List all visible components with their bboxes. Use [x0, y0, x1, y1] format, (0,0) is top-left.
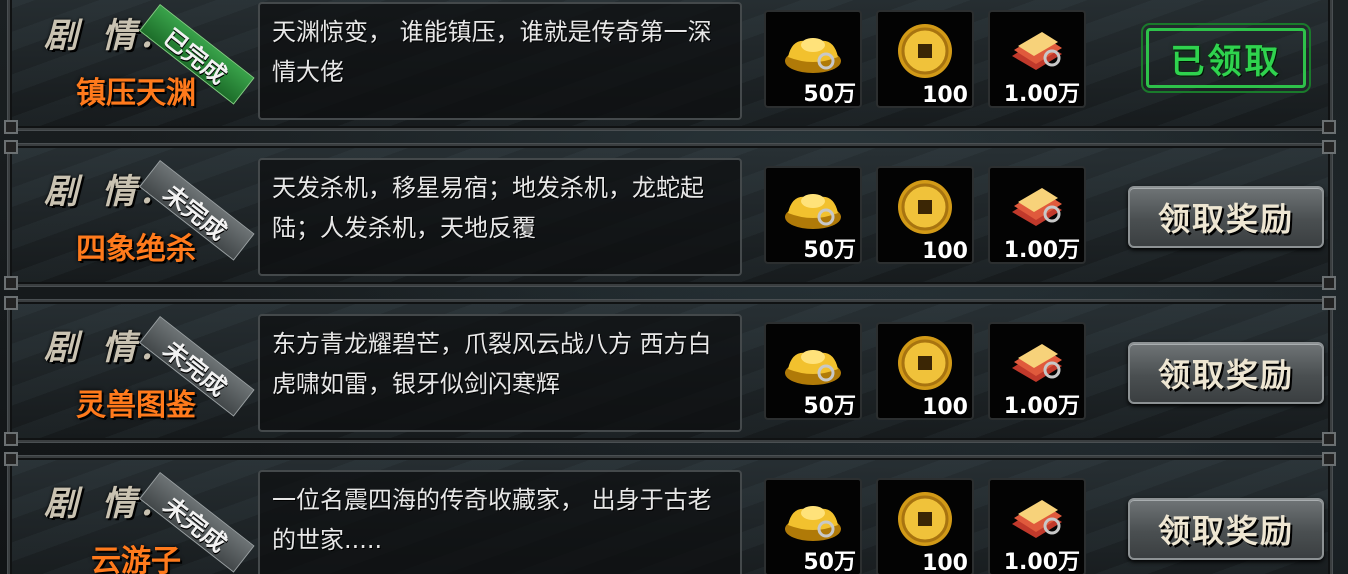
quest-description: 东方青龙耀碧芒，爪裂风云战八方 西方白虎啸如雷，银牙似剑闪寒辉 [272, 330, 712, 398]
reward-slot[interactable]: 50万 [764, 322, 862, 420]
reward-slot[interactable]: 100 [876, 478, 974, 574]
red-envelope-stack-icon [1008, 496, 1066, 546]
reward-count: 50万 [803, 238, 856, 263]
frame-corner [1322, 452, 1336, 466]
reward-slot[interactable]: 1.00万 [988, 478, 1086, 574]
reward-slot[interactable]: 100 [876, 166, 974, 264]
quest-name: 四象绝杀 [76, 232, 196, 267]
reward-count: 1.00万 [1003, 550, 1080, 574]
frame-corner [4, 296, 18, 310]
reward-slot[interactable]: 100 [876, 322, 974, 420]
reward-count: 50万 [803, 394, 856, 419]
copper-coin-icon [896, 22, 954, 84]
reward-slot[interactable]: 50万 [764, 478, 862, 574]
reward-count: 1.00万 [1003, 238, 1080, 263]
gold-ingot-icon [782, 183, 844, 235]
reward-count: 1.00万 [1003, 82, 1080, 107]
quest-description: 天发杀机，移星易宿；地发杀机，龙蛇起陆；人发杀机，天地反覆 [272, 174, 704, 242]
quest-description-box: 天渊惊变， 谁能镇压，谁就是传奇第一深情大佬 [258, 2, 742, 120]
frame-corner [4, 140, 18, 154]
reward-slot[interactable]: 100 [876, 10, 974, 108]
reward-slot[interactable]: 50万 [764, 166, 862, 264]
copper-coin-icon [896, 334, 954, 396]
quest-row: 剧 情: 四象绝杀 未完成 天发杀机，移星易宿；地发杀机，龙蛇起陆；人发杀机，天… [4, 140, 1336, 290]
quest-description: 一位名震四海的传奇收藏家， 出身于古老的世家..... [272, 486, 712, 554]
reward-count: 100 [922, 395, 968, 420]
frame-corner [1322, 276, 1336, 290]
quest-row: 剧 情: 云游子 未完成 一位名震四海的传奇收藏家， 出身于古老的世家.....… [4, 452, 1336, 574]
frame-corner [4, 432, 18, 446]
red-envelope-stack-icon [1008, 28, 1066, 78]
frame-corner [4, 452, 18, 466]
frame-corner [1322, 140, 1336, 154]
red-envelope-stack-icon [1008, 340, 1066, 390]
frame-corner [1322, 296, 1336, 310]
gold-ingot-icon [782, 339, 844, 391]
frame-corner [1322, 432, 1336, 446]
gold-ingot-icon [782, 27, 844, 79]
reward-slot[interactable]: 50万 [764, 10, 862, 108]
quest-description-box: 天发杀机，移星易宿；地发杀机，龙蛇起陆；人发杀机，天地反覆 [258, 158, 742, 276]
reward-slot[interactable]: 1.00万 [988, 166, 1086, 264]
copper-coin-icon [896, 490, 954, 552]
reward-count: 100 [922, 239, 968, 264]
claimed-stamp: 已领取 [1141, 23, 1311, 93]
frame-corner [4, 120, 18, 134]
reward-count: 100 [922, 83, 968, 108]
claim-reward-button[interactable]: 领取奖励 [1128, 186, 1324, 248]
quest-row: 剧 情: 镇压天渊 已完成 天渊惊变， 谁能镇压，谁就是传奇第一深情大佬 50万… [4, 0, 1336, 134]
claim-reward-button[interactable]: 领取奖励 [1128, 498, 1324, 560]
quest-description-box: 一位名震四海的传奇收藏家， 出身于古老的世家..... [258, 470, 742, 574]
quest-name: 镇压天渊 [76, 76, 196, 111]
quest-description-box: 东方青龙耀碧芒，爪裂风云战八方 西方白虎啸如雷，银牙似剑闪寒辉 [258, 314, 742, 432]
reward-slot[interactable]: 1.00万 [988, 322, 1086, 420]
quest-description: 天渊惊变， 谁能镇压，谁就是传奇第一深情大佬 [272, 18, 712, 86]
reward-count: 100 [922, 551, 968, 574]
reward-slot[interactable]: 1.00万 [988, 10, 1086, 108]
claim-reward-button[interactable]: 领取奖励 [1128, 342, 1324, 404]
reward-count: 1.00万 [1003, 394, 1080, 419]
quest-row: 剧 情: 灵兽图鉴 未完成 东方青龙耀碧芒，爪裂风云战八方 西方白虎啸如雷，银牙… [4, 296, 1336, 446]
frame-corner [1322, 120, 1336, 134]
story-quest-panel: 剧 情: 镇压天渊 已完成 天渊惊变， 谁能镇压，谁就是传奇第一深情大佬 50万… [0, 0, 1348, 574]
reward-count: 50万 [803, 82, 856, 107]
copper-coin-icon [896, 178, 954, 240]
quest-name: 云游子 [91, 544, 181, 574]
red-envelope-stack-icon [1008, 184, 1066, 234]
reward-count: 50万 [803, 550, 856, 574]
gold-ingot-icon [782, 495, 844, 547]
quest-name: 灵兽图鉴 [76, 388, 196, 423]
frame-corner [4, 276, 18, 290]
